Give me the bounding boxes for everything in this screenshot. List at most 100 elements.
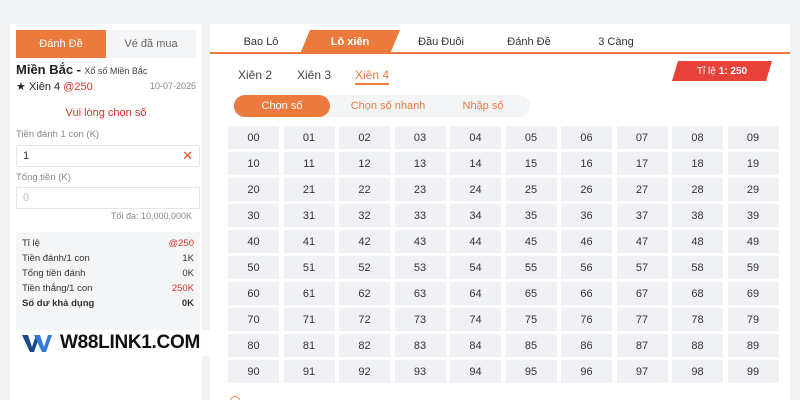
number-cell[interactable]: 71 bbox=[283, 308, 335, 331]
total-input[interactable]: 0 bbox=[16, 187, 200, 209]
number-cell[interactable]: 53 bbox=[394, 256, 446, 279]
number-cell[interactable]: 90 bbox=[228, 360, 279, 383]
number-cell[interactable]: 28 bbox=[672, 178, 723, 201]
number-cell[interactable]: 14 bbox=[450, 152, 501, 175]
number-cell[interactable]: 47 bbox=[616, 230, 668, 253]
number-cell[interactable]: 49 bbox=[727, 230, 779, 253]
number-cell[interactable]: 04 bbox=[450, 126, 501, 149]
number-cell[interactable]: 73 bbox=[394, 308, 446, 331]
number-cell[interactable]: 34 bbox=[450, 204, 501, 227]
number-cell[interactable]: 08 bbox=[672, 126, 723, 149]
number-cell[interactable]: 27 bbox=[616, 178, 668, 201]
number-cell[interactable]: 63 bbox=[394, 282, 446, 305]
number-cell[interactable]: 40 bbox=[228, 230, 279, 253]
number-cell[interactable]: 51 bbox=[283, 256, 335, 279]
tab-dau-duoi[interactable]: Đầu Đuôi bbox=[406, 30, 476, 54]
number-cell[interactable]: 43 bbox=[394, 230, 446, 253]
mode-chon-so[interactable]: Chọn số bbox=[234, 95, 330, 117]
tab-xien-3[interactable]: Xiên 3 bbox=[297, 68, 331, 82]
number-cell[interactable]: 81 bbox=[283, 334, 335, 357]
number-cell[interactable]: 87 bbox=[616, 334, 668, 357]
tab-3-cang[interactable]: 3 Càng bbox=[586, 30, 646, 54]
number-cell[interactable]: 62 bbox=[339, 282, 390, 305]
number-cell[interactable]: 52 bbox=[339, 256, 390, 279]
number-cell[interactable]: 79 bbox=[727, 308, 779, 331]
number-cell[interactable]: 60 bbox=[228, 282, 279, 305]
number-cell[interactable]: 72 bbox=[339, 308, 390, 331]
number-cell[interactable]: 22 bbox=[339, 178, 390, 201]
number-cell[interactable]: 86 bbox=[561, 334, 612, 357]
number-cell[interactable]: 37 bbox=[616, 204, 668, 227]
number-cell[interactable]: 75 bbox=[505, 308, 557, 331]
number-cell[interactable]: 19 bbox=[727, 152, 779, 175]
number-cell[interactable]: 30 bbox=[228, 204, 279, 227]
number-cell[interactable]: 89 bbox=[727, 334, 779, 357]
number-cell[interactable]: 92 bbox=[339, 360, 390, 383]
number-cell[interactable]: 23 bbox=[394, 178, 446, 201]
number-cell[interactable]: 05 bbox=[505, 126, 557, 149]
number-cell[interactable]: 76 bbox=[561, 308, 612, 331]
number-cell[interactable]: 24 bbox=[450, 178, 501, 201]
tab-bao-lo[interactable]: Bao Lô bbox=[230, 30, 292, 54]
number-cell[interactable]: 44 bbox=[450, 230, 501, 253]
number-cell[interactable]: 88 bbox=[672, 334, 723, 357]
number-cell[interactable]: 41 bbox=[283, 230, 335, 253]
number-cell[interactable]: 48 bbox=[672, 230, 723, 253]
number-cell[interactable]: 85 bbox=[505, 334, 557, 357]
number-cell[interactable]: 16 bbox=[561, 152, 612, 175]
number-cell[interactable]: 67 bbox=[616, 282, 668, 305]
number-cell[interactable]: 69 bbox=[727, 282, 779, 305]
number-cell[interactable]: 07 bbox=[616, 126, 668, 149]
number-cell[interactable]: 54 bbox=[450, 256, 501, 279]
number-cell[interactable]: 77 bbox=[616, 308, 668, 331]
number-cell[interactable]: 66 bbox=[561, 282, 612, 305]
number-cell[interactable]: 84 bbox=[450, 334, 501, 357]
number-cell[interactable]: 11 bbox=[283, 152, 335, 175]
number-cell[interactable]: 50 bbox=[228, 256, 279, 279]
number-cell[interactable]: 09 bbox=[727, 126, 779, 149]
number-cell[interactable]: 94 bbox=[450, 360, 501, 383]
number-cell[interactable]: 10 bbox=[228, 152, 279, 175]
number-cell[interactable]: 83 bbox=[394, 334, 446, 357]
number-cell[interactable]: 97 bbox=[616, 360, 668, 383]
number-cell[interactable]: 82 bbox=[339, 334, 390, 357]
number-cell[interactable]: 55 bbox=[505, 256, 557, 279]
stake-input[interactable]: 1 ✕ bbox=[16, 145, 200, 167]
tab-danh-de[interactable]: Đánh Đề bbox=[16, 30, 106, 58]
number-cell[interactable]: 06 bbox=[561, 126, 612, 149]
number-cell[interactable]: 21 bbox=[283, 178, 335, 201]
number-cell[interactable]: 38 bbox=[672, 204, 723, 227]
number-cell[interactable]: 57 bbox=[616, 256, 668, 279]
number-cell[interactable]: 65 bbox=[505, 282, 557, 305]
tab-xien-2[interactable]: Xiên 2 bbox=[238, 68, 272, 82]
number-cell[interactable]: 68 bbox=[672, 282, 723, 305]
number-cell[interactable]: 91 bbox=[283, 360, 335, 383]
mode-nhap-so[interactable]: Nhập số bbox=[448, 95, 518, 117]
clear-icon[interactable]: ✕ bbox=[182, 148, 193, 164]
number-cell[interactable]: 00 bbox=[228, 126, 279, 149]
number-cell[interactable]: 64 bbox=[450, 282, 501, 305]
tab-lo-xien[interactable]: Lô xiên bbox=[300, 30, 400, 54]
number-cell[interactable]: 01 bbox=[283, 126, 335, 149]
number-cell[interactable]: 02 bbox=[339, 126, 390, 149]
number-cell[interactable]: 61 bbox=[283, 282, 335, 305]
number-cell[interactable]: 98 bbox=[672, 360, 723, 383]
number-cell[interactable]: 20 bbox=[228, 178, 279, 201]
number-cell[interactable]: 56 bbox=[561, 256, 612, 279]
number-cell[interactable]: 70 bbox=[228, 308, 279, 331]
number-cell[interactable]: 26 bbox=[561, 178, 612, 201]
number-cell[interactable]: 29 bbox=[727, 178, 779, 201]
number-cell[interactable]: 45 bbox=[505, 230, 557, 253]
number-cell[interactable]: 58 bbox=[672, 256, 723, 279]
number-cell[interactable]: 78 bbox=[672, 308, 723, 331]
number-cell[interactable]: 74 bbox=[450, 308, 501, 331]
tab-danh-de-game[interactable]: Đánh Đề bbox=[494, 30, 564, 54]
number-cell[interactable]: 25 bbox=[505, 178, 557, 201]
number-cell[interactable]: 80 bbox=[228, 334, 279, 357]
mode-chon-so-nhanh[interactable]: Chọn số nhanh bbox=[344, 95, 432, 117]
number-cell[interactable]: 95 bbox=[505, 360, 557, 383]
number-cell[interactable]: 12 bbox=[339, 152, 390, 175]
number-cell[interactable]: 46 bbox=[561, 230, 612, 253]
number-cell[interactable]: 39 bbox=[727, 204, 779, 227]
number-cell[interactable]: 35 bbox=[505, 204, 557, 227]
